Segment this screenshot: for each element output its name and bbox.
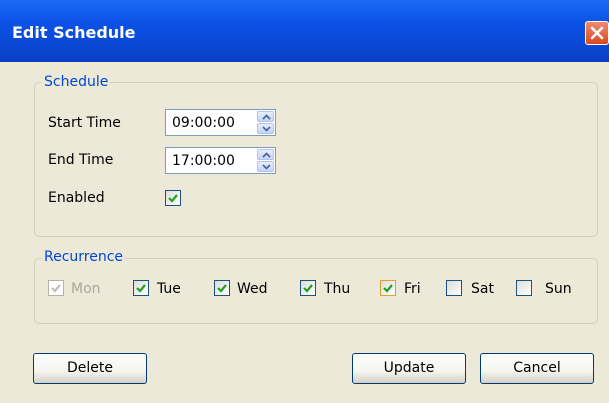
start-time-spinner[interactable]: 09:00:00 — [165, 109, 276, 136]
checkmark-icon — [217, 284, 227, 293]
end-time-spin-buttons — [257, 149, 274, 172]
update-button[interactable]: Update — [352, 353, 466, 384]
thu-label[interactable]: Thu — [324, 281, 350, 297]
chevron-down-icon — [262, 164, 271, 170]
dialog-body: Schedule Start Time 09:00:00 End Time 17… — [0, 62, 609, 403]
close-icon — [590, 26, 604, 40]
mon-checkbox — [48, 280, 64, 296]
title-bar[interactable]: Edit Schedule — [0, 0, 609, 62]
end-time-decrement-button[interactable] — [257, 161, 274, 172]
end-time-spinner[interactable]: 17:00:00 — [165, 147, 276, 174]
checkmark-icon — [51, 284, 61, 293]
mon-label: Mon — [71, 281, 101, 297]
start-time-label: Start Time — [48, 115, 121, 131]
delete-button[interactable]: Delete — [33, 353, 147, 384]
sun-checkbox[interactable] — [516, 280, 532, 296]
start-time-spin-buttons — [257, 111, 274, 134]
schedule-groupbox — [34, 82, 598, 237]
tue-checkbox[interactable] — [133, 280, 149, 296]
chevron-up-icon — [262, 152, 271, 158]
recurrence-group-legend: Recurrence — [42, 249, 126, 265]
checkmark-icon — [303, 284, 313, 293]
thu-checkbox[interactable] — [300, 280, 316, 296]
checkmark-icon — [136, 284, 146, 293]
close-button[interactable] — [585, 21, 609, 45]
edit-schedule-dialog: Edit Schedule Schedule Start Time 09:00:… — [0, 0, 609, 403]
checkmark-icon — [383, 284, 393, 293]
fri-label[interactable]: Fri — [404, 281, 421, 297]
recurrence-groupbox — [34, 258, 598, 324]
checkmark-icon — [168, 194, 178, 203]
start-time-increment-button[interactable] — [257, 111, 274, 122]
window-title: Edit Schedule — [12, 23, 136, 42]
start-time-decrement-button[interactable] — [257, 123, 274, 134]
wed-checkbox[interactable] — [214, 280, 230, 296]
chevron-up-icon — [262, 114, 271, 120]
sat-checkbox[interactable] — [446, 280, 462, 296]
schedule-group-legend: Schedule — [42, 74, 111, 90]
end-time-increment-button[interactable] — [257, 149, 274, 160]
chevron-down-icon — [262, 126, 271, 132]
end-time-label: End Time — [48, 152, 114, 168]
enabled-checkbox[interactable] — [165, 190, 181, 206]
enabled-label: Enabled — [48, 190, 105, 206]
cancel-button[interactable]: Cancel — [480, 353, 594, 384]
wed-label[interactable]: Wed — [237, 281, 268, 297]
fri-checkbox[interactable] — [380, 280, 396, 296]
sat-label[interactable]: Sat — [471, 281, 494, 297]
end-time-value[interactable]: 17:00:00 — [172, 153, 235, 169]
start-time-value[interactable]: 09:00:00 — [172, 115, 235, 131]
tue-label[interactable]: Tue — [157, 281, 181, 297]
sun-label[interactable]: Sun — [545, 281, 572, 297]
